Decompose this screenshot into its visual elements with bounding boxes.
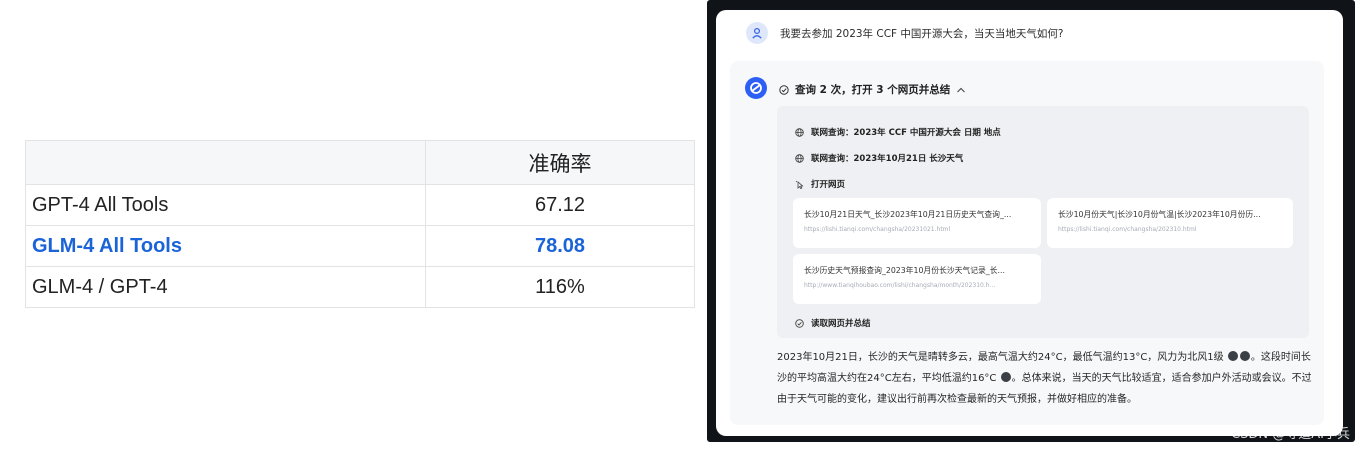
user-question-text: 我要去参加 2023年 CCF 中国开源大会，当天当地天气如何? <box>780 27 1064 40</box>
tool-summary-label: 查询 2 次，打开 3 个网页并总结 <box>795 84 951 96</box>
webpage-title: 长沙10月21日天气_长沙2023年10月21日历史天气查询_... <box>804 210 1012 219</box>
check-circle-icon <box>795 318 804 328</box>
search-step-text: 联网查询：2023年 CCF 中国开源大会 日期 地点 <box>811 128 1001 138</box>
check-circle-icon <box>779 84 789 95</box>
table-header-row: 准确率 <box>25 140 695 185</box>
tool-summary-toggle[interactable]: 查询 2 次，打开 3 个网页并总结 <box>779 82 966 97</box>
watermark-text: CSDN @寻道AI小兵 <box>1231 427 1350 442</box>
webpage-url: http://www.tianqihoubao.com/lishi/changs… <box>804 282 996 289</box>
chevron-up-icon <box>956 86 966 94</box>
webpage-title: 长沙历史天气预报查询_2023年10月份长沙天气记录_长... <box>804 266 1005 275</box>
webpage-result-card[interactable]: 长沙历史天气预报查询_2023年10月份长沙天气记录_长... http://w… <box>793 254 1041 304</box>
header-model-cell <box>25 140 426 185</box>
open-pages-step: 打开网页 <box>795 178 845 190</box>
accuracy-cell: 67.12 <box>425 184 695 226</box>
open-pages-step-text: 打开网页 <box>811 180 846 190</box>
read-summary-step: 读取网页并总结 <box>795 317 871 329</box>
ratio-cell: 116% <box>425 266 695 308</box>
model-cell: GPT-4 All Tools <box>25 184 426 226</box>
header-accuracy-cell: 准确率 <box>425 140 695 185</box>
webpage-url: https://lishi.tianqi.com/changsha/202310… <box>804 226 951 233</box>
citation-icon[interactable] <box>1000 372 1011 382</box>
webpage-result-card[interactable]: 长沙10月份天气|长沙10月份气温|长沙2023年10月份历... https:… <box>1047 198 1293 248</box>
chat-card: 我要去参加 2023年 CCF 中国开源大会，当天当地天气如何? 查询 2 次，… <box>716 10 1343 436</box>
tool-steps-panel: 联网查询：2023年 CCF 中国开源大会 日期 地点 联网查询：2023年10… <box>777 106 1309 338</box>
table-row: GLM-4 / GPT-4 116% <box>25 266 695 308</box>
user-avatar-icon <box>746 22 768 44</box>
user-message: 我要去参加 2023年 CCF 中国开源大会，当天当地天气如何? <box>746 22 1064 44</box>
accuracy-cell: 78.08 <box>425 225 695 267</box>
search-step: 联网查询：2023年10月21日 长沙天气 <box>795 152 963 164</box>
model-cell: GLM-4 All Tools <box>25 225 426 267</box>
assistant-logo-icon <box>745 77 767 99</box>
answer-part: 2023年10月21日，长沙的天气是晴转多云，最高气温大约24°C，最低气温约1… <box>777 352 1224 363</box>
webpage-result-card[interactable]: 长沙10月21日天气_长沙2023年10月21日历史天气查询_... https… <box>793 198 1041 248</box>
globe-icon <box>795 153 804 163</box>
pointer-click-icon <box>795 180 804 189</box>
search-step-text: 联网查询：2023年10月21日 长沙天气 <box>811 154 964 164</box>
table-row-highlighted: GLM-4 All Tools 78.08 <box>25 225 695 267</box>
search-step: 联网查询：2023年 CCF 中国开源大会 日期 地点 <box>795 126 1001 138</box>
table-row: GPT-4 All Tools 67.12 <box>25 184 695 226</box>
citation-icon[interactable] <box>1227 351 1238 361</box>
assistant-answer-text: 2023年10月21日，长沙的天气是晴转多云，最高气温大约24°C，最低气温约1… <box>777 347 1317 410</box>
webpage-url: https://lishi.tianqi.com/changsha/202310… <box>1058 226 1197 233</box>
read-summary-step-text: 读取网页并总结 <box>811 319 871 329</box>
comparison-table: 准确率 GPT-4 All Tools 67.12 GLM-4 All Tool… <box>25 140 695 308</box>
model-cell: GLM-4 / GPT-4 <box>25 266 426 308</box>
globe-icon <box>795 127 804 137</box>
webpage-title: 长沙10月份天气|长沙10月份气温|长沙2023年10月份历... <box>1058 210 1261 219</box>
citation-icon[interactable] <box>1239 351 1250 361</box>
assistant-message: 查询 2 次，打开 3 个网页并总结 联网查询：2023年 CCF 中国开源大会… <box>730 61 1324 425</box>
